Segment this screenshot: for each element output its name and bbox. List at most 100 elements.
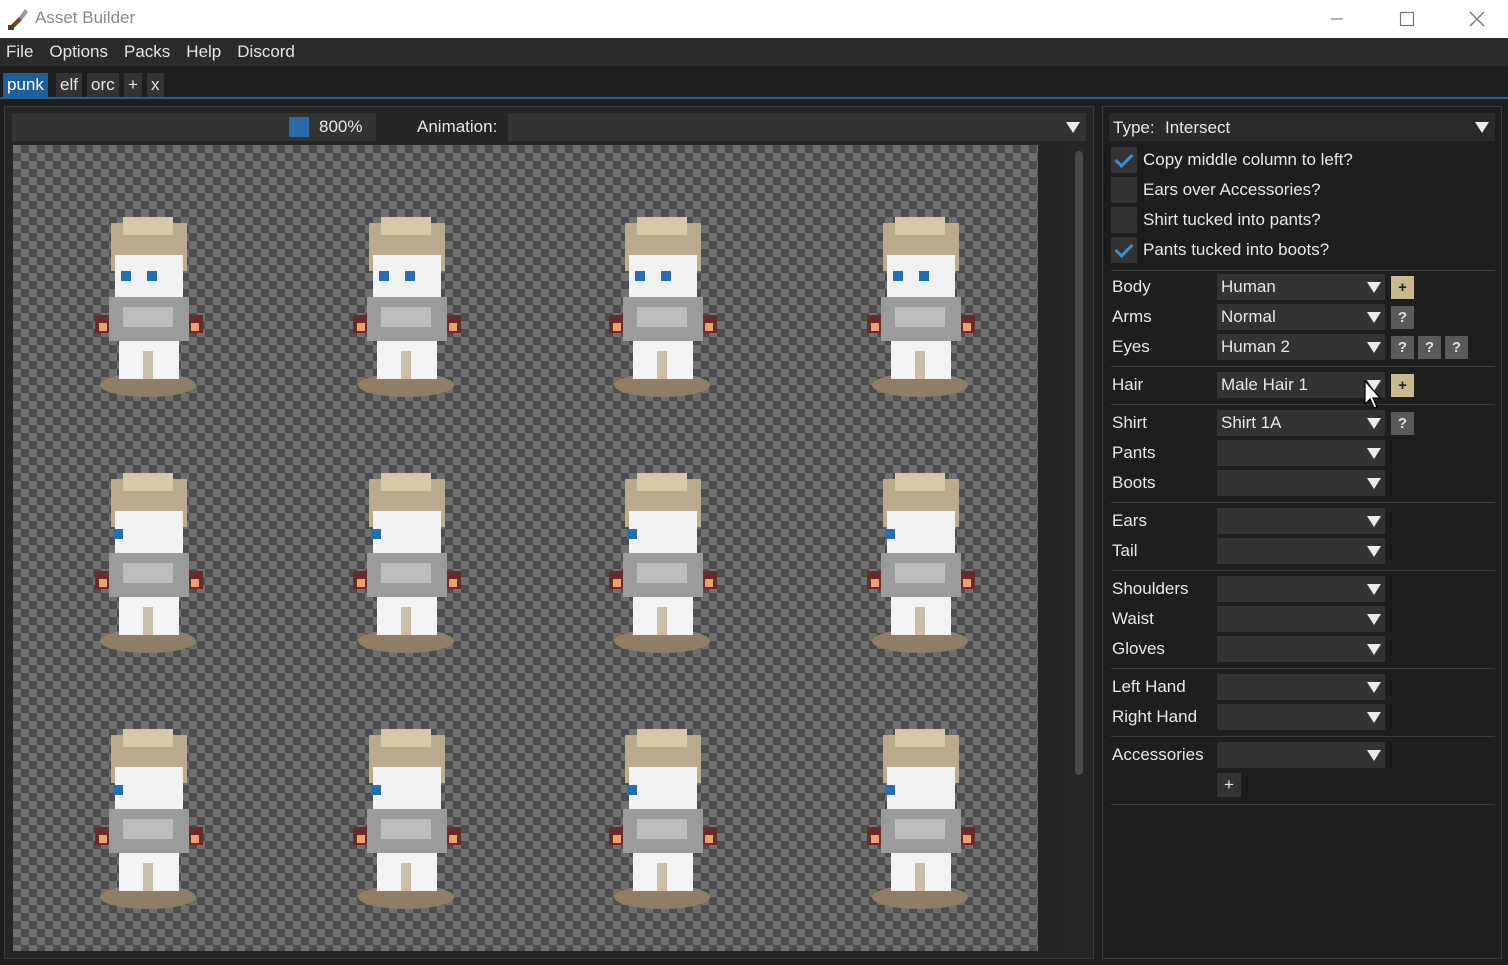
close-button[interactable] [1442, 0, 1508, 38]
title-bar: Asset Builder [0, 0, 1508, 38]
sprite-frame-image [353, 729, 461, 909]
arms-random-button[interactable]: ? [1391, 306, 1414, 329]
shirt-random-button[interactable]: ? [1391, 412, 1414, 435]
slot-label: Hair [1112, 375, 1144, 394]
chevron-down-icon [1367, 516, 1381, 527]
divider [1111, 270, 1495, 271]
checkbox-copy-middle-column[interactable] [1111, 147, 1137, 173]
divider [1111, 570, 1495, 571]
sprite-frame-image [353, 217, 461, 397]
settings-panel: Type: Intersect Copy middle column to le… [1102, 106, 1502, 959]
preview-scrollbar[interactable] [1071, 145, 1087, 951]
animation-select[interactable] [508, 113, 1086, 141]
slot-label: Tail [1112, 541, 1138, 560]
add-accessory-button[interactable]: + [1217, 773, 1241, 797]
eyes-random-button-3[interactable]: ? [1445, 336, 1468, 359]
shoulders-select[interactable] [1217, 576, 1385, 602]
gloves-select[interactable] [1217, 636, 1385, 662]
slot-right-hand: Right Hand [1112, 704, 1492, 730]
sprite-frame [597, 727, 727, 917]
slot-waist: Waist [1112, 606, 1492, 632]
menu-discord[interactable]: Discord [237, 42, 302, 62]
tab-punk[interactable]: punk [3, 73, 48, 97]
ears-select[interactable] [1217, 508, 1385, 534]
slot-shoulders: Shoulders [1112, 576, 1492, 602]
slot-label: Pants [1112, 443, 1156, 462]
slot-hair: Hair Male Hair 1 + [1112, 372, 1492, 398]
checkbox-pants-tucked[interactable] [1111, 237, 1137, 263]
chevron-down-icon [1367, 312, 1381, 323]
slot-label: Boots [1112, 473, 1156, 492]
divider [1111, 804, 1495, 805]
right-hand-select[interactable] [1217, 704, 1385, 730]
checkbox-shirt-tucked[interactable] [1111, 207, 1137, 233]
chevron-down-icon [1367, 342, 1381, 353]
sprite-frame-image [609, 473, 717, 653]
chevron-down-icon [1066, 122, 1080, 133]
sprite-frame [83, 471, 213, 661]
mouse-cursor-icon [1364, 380, 1382, 409]
body-select[interactable]: Human [1217, 274, 1385, 300]
window-title: Asset Builder [35, 8, 136, 27]
slot-label: Waist [1112, 609, 1154, 628]
eyes-select[interactable]: Human 2 [1217, 334, 1385, 360]
minimize-button[interactable] [1302, 0, 1372, 38]
app-icon [8, 9, 28, 30]
body-value: Human [1221, 277, 1276, 296]
slot-ears: Ears [1112, 508, 1492, 534]
add-tab-button[interactable]: + [124, 73, 142, 97]
divider [1111, 404, 1495, 405]
left-hand-select[interactable] [1217, 674, 1385, 700]
chevron-down-icon [1475, 122, 1489, 133]
option-label: Ears over Accessories? [1143, 180, 1321, 199]
option-label: Copy middle column to left? [1143, 150, 1353, 169]
chevron-down-icon [1367, 546, 1381, 557]
scrollbar-thumb[interactable] [1075, 151, 1083, 775]
menu-packs[interactable]: Packs [124, 42, 177, 62]
slot-label: Body [1112, 277, 1151, 296]
zoom-control[interactable]: 800% [12, 113, 376, 141]
boots-select[interactable] [1217, 470, 1385, 496]
arms-select[interactable]: Normal [1217, 304, 1385, 330]
close-tab-button[interactable]: x [147, 73, 164, 97]
body-add-button[interactable]: + [1391, 276, 1414, 299]
sprite-frame [597, 471, 727, 661]
option-label: Shirt tucked into pants? [1143, 210, 1321, 229]
tab-elf[interactable]: elf [56, 73, 82, 97]
sprite-frame-image [95, 729, 203, 909]
preview-panel: 800% Animation: [4, 106, 1094, 959]
zoom-level: 800% [319, 117, 363, 136]
eyes-random-button-2[interactable]: ? [1418, 336, 1441, 359]
pants-select[interactable] [1217, 440, 1385, 466]
eyes-random-button-1[interactable]: ? [1391, 336, 1414, 359]
close-icon [1469, 11, 1485, 27]
chevron-down-icon [1367, 478, 1381, 489]
sprite-canvas[interactable] [13, 145, 1038, 951]
menu-help[interactable]: Help [186, 42, 228, 62]
menu-file[interactable]: File [6, 42, 40, 62]
tail-select[interactable] [1217, 538, 1385, 564]
sprite-frame-image [353, 473, 461, 653]
divider [1111, 736, 1495, 737]
eyes-value: Human 2 [1221, 337, 1290, 356]
shirt-value: Shirt 1A [1221, 413, 1282, 432]
checkbox-ears-over-accessories[interactable] [1111, 177, 1137, 203]
chevron-down-icon [1367, 448, 1381, 459]
type-select[interactable]: Type: Intersect [1109, 113, 1495, 141]
hair-select[interactable]: Male Hair 1 [1217, 372, 1385, 398]
zoom-slider-handle[interactable] [289, 117, 309, 137]
sprite-frame [855, 471, 985, 661]
option-label: Pants tucked into boots? [1143, 240, 1330, 259]
accessories-select[interactable] [1217, 742, 1385, 768]
sprite-frame [855, 727, 985, 917]
slot-label: Shirt [1112, 413, 1147, 432]
waist-select[interactable] [1217, 606, 1385, 632]
sprite-frame [341, 215, 471, 405]
maximize-button[interactable] [1372, 0, 1442, 38]
tab-orc[interactable]: orc [87, 73, 119, 97]
hair-add-button[interactable]: + [1391, 374, 1414, 397]
menu-options[interactable]: Options [49, 42, 115, 62]
shirt-select[interactable]: Shirt 1A [1217, 410, 1385, 436]
slot-body: Body Human + [1112, 274, 1492, 300]
divider [1111, 668, 1495, 669]
